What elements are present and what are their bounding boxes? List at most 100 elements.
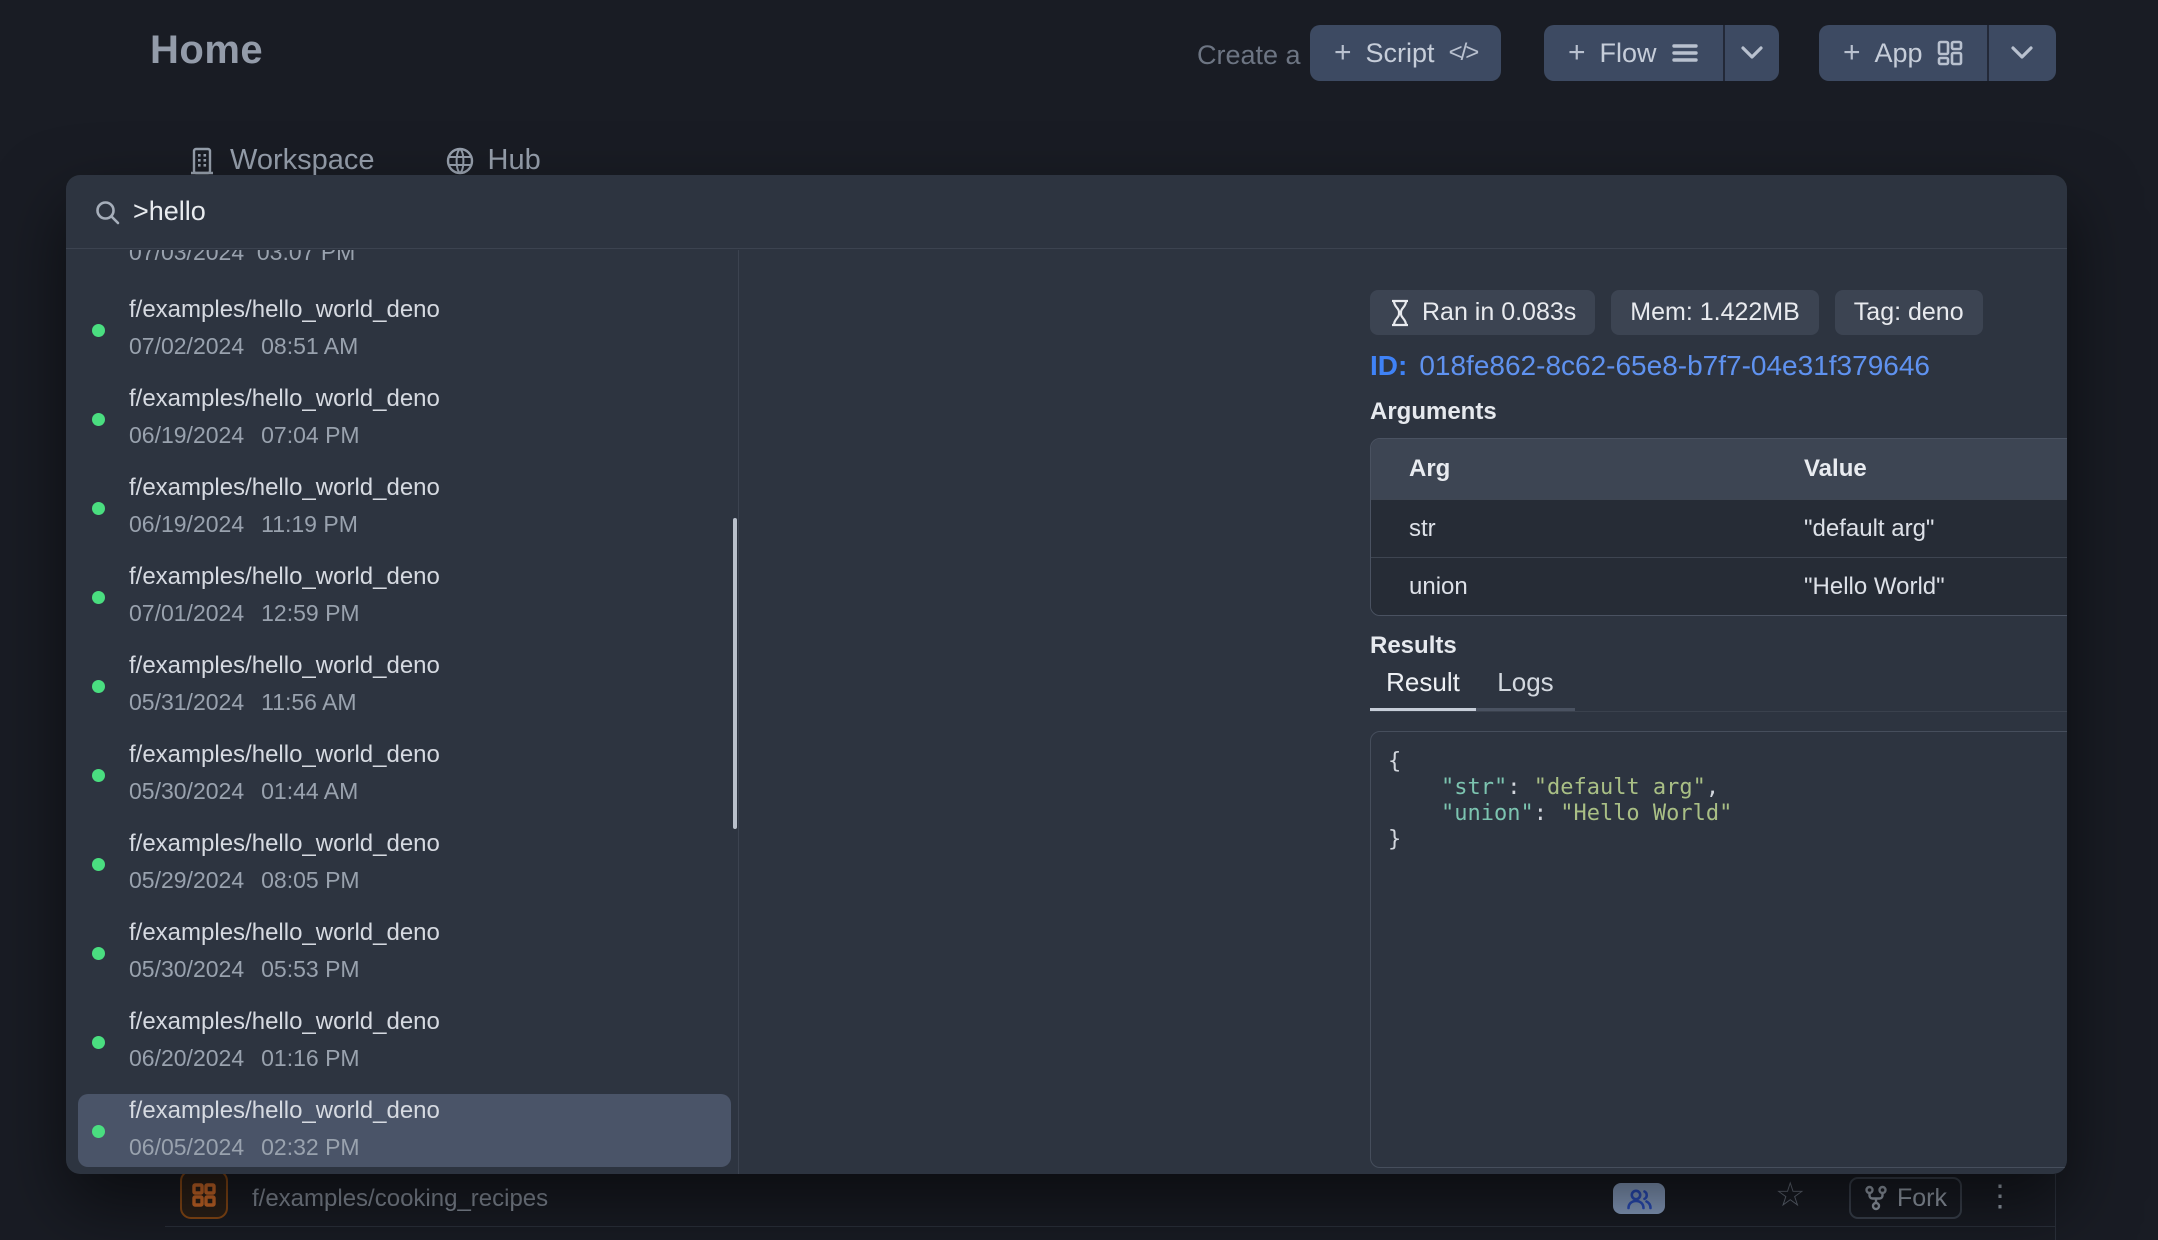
code-line: "str": "default arg", [1388,775,2067,801]
page-title: Home [150,28,263,73]
run-list-item[interactable]: f/examples/hello_world_deno 07/02/202408:… [66,287,738,376]
run-path: f/examples/hello_world_deno [129,830,440,858]
chevron-down-icon [2010,46,2034,60]
success-dot-icon [92,1125,105,1138]
item-path: f/examples/cooking_recipes [252,1185,548,1213]
plus-icon: + [1843,38,1861,68]
row-divider [165,1226,2055,1227]
clipped-run-item[interactable]: 07/03/2024 03:07 PM [66,250,738,264]
kebab-menu-icon[interactable]: ⋮ [1985,1179,2015,1214]
plus-icon: + [1334,38,1352,68]
code-line: { [1388,749,2067,775]
run-timestamp: 06/20/202401:16 PM [129,1045,360,1072]
run-path: f/examples/hello_world_deno [129,385,440,413]
run-path: f/examples/hello_world_deno [129,474,440,502]
success-dot-icon [92,858,105,871]
create-app-label: App [1875,38,1923,69]
run-id-value[interactable]: 018fe862-8c62-65e8-b7f7-04e31f379646 [1419,350,1930,381]
search-row[interactable]: >hello [66,175,2067,249]
code-line: "union": "Hello World" [1388,801,2067,827]
results-title: Results [1370,632,1457,660]
success-dot-icon [92,947,105,960]
success-dot-icon [92,324,105,337]
success-dot-icon [92,769,105,782]
tabs-baseline [1370,711,2067,712]
create-a-label: Create a [1197,40,1301,71]
success-dot-icon [92,1036,105,1049]
run-list-item[interactable]: f/examples/hello_world_deno 06/19/202411:… [66,465,738,554]
run-list-item[interactable]: f/examples/hello_world_deno06/20/202401:… [66,999,738,1088]
page-list-row-cooking-recipes[interactable]: f/examples/cooking_recipes ☆ Fork ⋮ [0,1174,2158,1240]
fork-button[interactable]: Fork [1849,1177,1962,1219]
run-list-item[interactable]: f/examples/hello_world_deno 05/30/202405:… [66,910,738,999]
run-list[interactable]: 07/03/2024 03:07 PM f/examples/hello_wor… [66,250,739,1174]
run-timestamp: 05/30/202401:44 AM [129,778,358,805]
run-timestamp: 06/05/202402:32 PM [129,1134,360,1161]
run-timestamp: 06/19/202407:04 PM [129,422,360,449]
run-list-item[interactable]: f/examples/hello_world_deno 06/05/202402:… [66,1088,738,1174]
run-timestamp: 06/19/202411:19 PM [129,511,358,538]
stat-badge-label: Tag: deno [1854,298,1964,327]
tab-hub[interactable]: Hub [445,144,541,177]
favorite-star-icon[interactable]: ☆ [1775,1175,1805,1215]
tab-result[interactable]: Result [1370,664,1476,708]
building-icon [187,146,217,176]
run-list-item[interactable]: f/examples/hello_world_deno 05/30/202401:… [66,732,738,821]
hourglass-icon [1389,299,1411,327]
run-id-label: ID: [1370,350,1407,381]
create-script-label: Script [1366,38,1435,69]
create-app-button[interactable]: + App [1819,25,1987,81]
code-line: } [1388,827,2067,853]
panel-right-border [2055,1174,2056,1240]
arguments-title: Arguments [1370,398,1497,426]
fork-button-label: Fork [1897,1184,1947,1213]
arguments-table: Arg Value str"default arg"union"Hello Wo… [1370,438,2067,616]
argument-row[interactable]: str"default arg" [1371,499,2067,557]
flow-lines-icon [1671,41,1699,65]
run-list-item[interactable]: f/examples/hello_world_deno07/01/202412:… [66,554,738,643]
plus-icon: + [1568,38,1586,68]
run-list-item[interactable]: f/examples/hello_world_deno 05/31/202411:… [66,643,738,732]
create-flow-button[interactable]: + Flow [1544,25,1723,81]
stat-badge: Mem: 1.422MB [1611,290,1819,335]
stat-badge-label: Mem: 1.422MB [1630,298,1800,327]
create-app-dropdown-button[interactable] [1987,25,2056,81]
success-dot-icon [92,502,105,515]
code-icon: </> [1449,39,1478,67]
argument-row[interactable]: union"Hello World" [1371,557,2067,615]
run-list-scrollbar[interactable] [733,518,737,829]
search-icon [94,199,121,226]
tab-workspace-label: Workspace [230,144,375,177]
globe-icon [445,146,475,176]
create-flow-label: Flow [1600,38,1657,69]
tab-hub-label: Hub [488,144,541,177]
workspace-hub-tabs: Workspace Hub [187,144,541,177]
arguments-table-header: Arg Value [1371,439,2067,499]
run-path: f/examples/hello_world_deno [129,563,440,591]
run-path: f/examples/hello_world_deno [129,1097,440,1125]
argument-value: "Hello World" [1804,573,1945,601]
search-input[interactable]: >hello [133,196,206,227]
argument-name: union [1371,573,1804,601]
run-path: f/examples/hello_world_deno [129,296,440,324]
tab-logs[interactable]: Logs [1476,664,1575,708]
run-timestamp: 05/31/202411:56 AM [129,689,357,716]
success-dot-icon [92,680,105,693]
run-path: f/examples/hello_world_deno [129,652,440,680]
run-timestamp: 07/02/202408:51 AM [129,333,358,360]
tab-workspace[interactable]: Workspace [187,144,375,177]
run-timestamp: 05/29/202408:05 PM [129,867,360,894]
git-fork-icon [1864,1185,1888,1211]
result-json-viewer[interactable]: { "str": "default arg", "union": "Hello … [1370,731,2067,1168]
shared-users-badge[interactable] [1613,1183,1665,1214]
create-script-button[interactable]: + Script </> [1310,25,1501,81]
create-flow-dropdown-button[interactable] [1723,25,1779,81]
app-icon [180,1170,228,1219]
run-timestamp: 05/30/202405:53 PM [129,956,360,983]
run-path: f/examples/hello_world_deno [129,919,440,947]
run-list-item[interactable]: f/examples/hello_world_deno 06/19/202407:… [66,376,738,465]
run-path: f/examples/hello_world_deno [129,741,440,769]
run-list-item[interactable]: f/examples/hello_world_deno 05/29/202408:… [66,821,738,910]
results-tabs: Result Logs [1370,664,2067,712]
create-flow-button-group: + Flow [1544,25,1779,81]
